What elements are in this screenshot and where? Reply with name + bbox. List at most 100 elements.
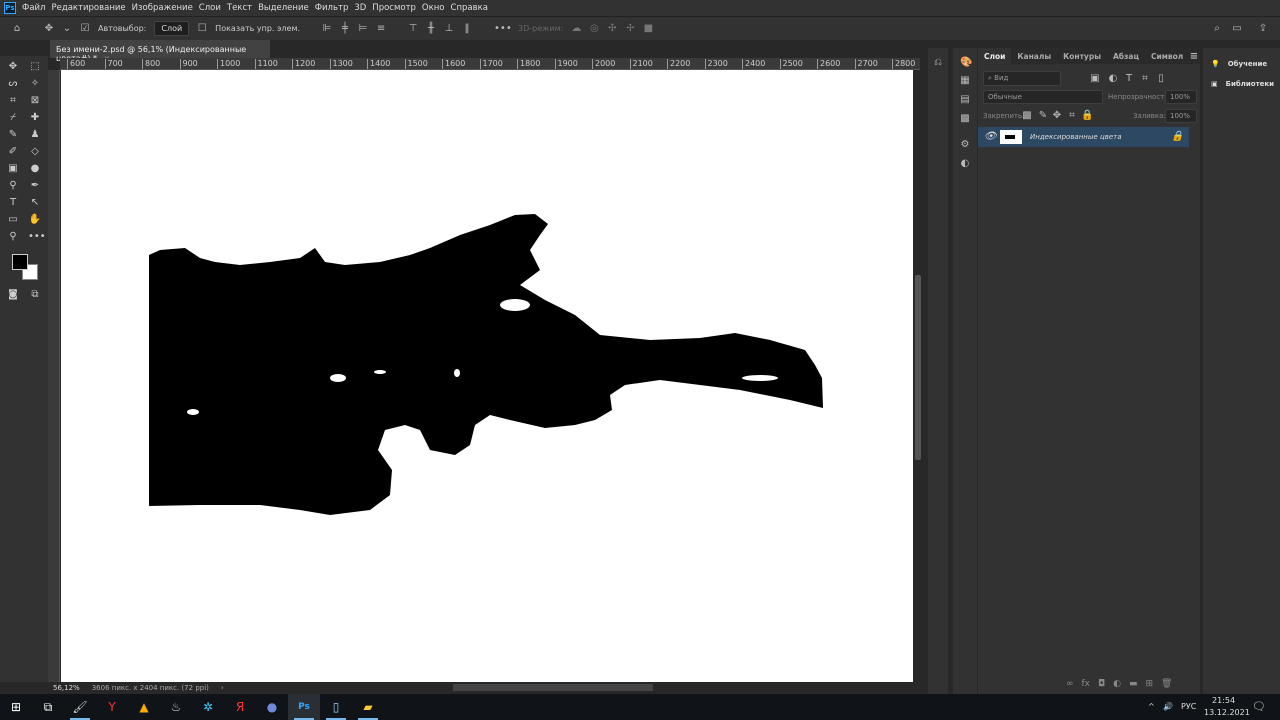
home-icon[interactable]: ⌂ — [12, 23, 22, 34]
layer-row[interactable]: 👁 Индексированные цвета 🔒 — [978, 127, 1189, 147]
file-explorer-icon[interactable]: ▰ — [352, 694, 384, 720]
dodge-tool-icon[interactable]: ⚲ — [6, 179, 20, 193]
photoshop-taskbar-icon[interactable]: Ps — [288, 694, 320, 720]
checkbox-icon[interactable]: ☐ — [197, 23, 207, 34]
trash-icon[interactable]: 🗑 — [1161, 679, 1172, 689]
lock-transparency-icon[interactable]: ▩ — [1022, 111, 1032, 121]
gradient-tool-icon[interactable]: ▣ — [6, 162, 20, 176]
stamp-tool-icon[interactable]: ♟ — [28, 128, 42, 142]
show-transform-label[interactable]: Показать упр. элем. — [215, 24, 300, 33]
align-center-icon[interactable]: ╪ — [340, 23, 350, 34]
screen-mode-icon[interactable]: ⧉ — [28, 288, 42, 302]
task-view-icon[interactable]: ⧉ — [32, 694, 64, 720]
eraser-icon[interactable]: ◇ — [28, 145, 42, 159]
camera-3d-icon[interactable]: ■ — [643, 23, 653, 34]
properties-icon[interactable]: ⚙ — [960, 140, 970, 150]
yandex-icon[interactable]: Я — [224, 694, 256, 720]
tab-character[interactable]: Символ — [1145, 48, 1189, 64]
healing-brush-icon[interactable]: ✚ — [28, 111, 42, 125]
autoselect-dropdown[interactable]: Слой — [154, 21, 190, 36]
app-paint-icon[interactable]: 🖌 — [64, 694, 96, 720]
new-layer-icon[interactable]: ⊞ — [1146, 679, 1154, 689]
align-middle-icon[interactable]: ╫ — [426, 23, 436, 34]
checkbox-checked-icon[interactable]: ☑ — [80, 23, 90, 34]
eyedropper-icon[interactable]: ⌿ — [6, 111, 20, 125]
group-folder-icon[interactable]: ▬ — [1129, 679, 1138, 689]
vertical-scroll-thumb[interactable] — [915, 275, 921, 460]
visibility-eye-icon[interactable]: 👁 — [984, 132, 997, 142]
clock-time[interactable]: 21:54 — [1212, 696, 1235, 705]
quick-mask-icon[interactable]: ◙ — [6, 288, 20, 302]
discord-icon[interactable]: ● — [256, 694, 288, 720]
crop-tool-icon[interactable]: ⌗ — [6, 94, 20, 108]
app-yellow-icon[interactable]: ▲ — [128, 694, 160, 720]
volume-icon[interactable]: 🔊 — [1163, 702, 1173, 711]
menu-file[interactable]: Файл — [22, 3, 45, 13]
type-tool-icon[interactable]: T — [6, 196, 20, 210]
menu-window[interactable]: Окно — [422, 3, 445, 13]
tab-paragraph[interactable]: Абзац — [1107, 48, 1145, 64]
history-brush-icon[interactable]: ✐ — [6, 145, 20, 159]
adjustments-icon[interactable]: ◐ — [960, 159, 970, 169]
share-icon[interactable]: ⇪ — [1258, 24, 1268, 34]
slide-3d-icon[interactable]: ✢ — [625, 23, 635, 34]
steam-icon[interactable]: ♨ — [160, 694, 192, 720]
lasso-tool-icon[interactable]: ᔕ — [6, 77, 20, 91]
foreground-color-swatch[interactable] — [12, 254, 28, 270]
link-icon[interactable]: ∞ — [1066, 679, 1074, 689]
document-info[interactable]: 3606 пикс. x 2404 пикс. (72 ppi) — [92, 684, 209, 692]
lock-artboard-icon[interactable]: ⌗ — [1067, 111, 1077, 121]
workspace-icon[interactable]: ▭ — [1232, 24, 1242, 34]
learn-item[interactable]: 💡 Обучение — [1203, 54, 1280, 74]
mask-icon[interactable]: ◘ — [1098, 679, 1105, 689]
menu-image[interactable]: Изображение — [132, 3, 193, 13]
blend-mode-dropdown[interactable]: Обычные — [983, 90, 1103, 104]
menu-help[interactable]: Справка — [451, 3, 488, 13]
orbit-3d-icon[interactable]: ☁ — [571, 23, 581, 34]
align-left-icon[interactable]: ⊫ — [322, 23, 332, 34]
clock-date[interactable]: 13.12.2021 — [1204, 708, 1250, 717]
tab-paths[interactable]: Контуры — [1057, 48, 1107, 64]
adjustment-layer-icon[interactable]: ◐ — [1113, 679, 1121, 689]
tab-layers[interactable]: Слои — [978, 48, 1012, 64]
more-tools-icon[interactable]: ••• — [28, 230, 46, 244]
filter-type-icon[interactable]: T — [1124, 74, 1134, 84]
lock-all-icon[interactable]: 🔒 — [1081, 111, 1093, 121]
distribute-icon[interactable]: ≡ — [376, 23, 386, 34]
swatches-icon[interactable]: ▦ — [960, 76, 970, 86]
zoom-tool-icon[interactable]: ⚲ — [6, 230, 20, 244]
filter-adjustment-icon[interactable]: ◐ — [1108, 74, 1118, 84]
rectangle-tool-icon[interactable]: ▭ — [6, 213, 20, 227]
align-top-icon[interactable]: ⊤ — [408, 23, 418, 34]
menu-edit[interactable]: Редактирование — [51, 3, 125, 13]
pen-tool-icon[interactable]: ✒ — [28, 179, 42, 193]
menu-select[interactable]: Выделение — [258, 3, 309, 13]
zoom-level[interactable]: 56,12% — [53, 684, 80, 692]
brush-tool-icon[interactable]: ✎ — [6, 128, 20, 142]
history-icon[interactable]: ⎌ — [933, 58, 943, 68]
distribute-vertical-icon[interactable]: ‖ — [462, 23, 472, 34]
filter-pixel-icon[interactable]: ▣ — [1090, 74, 1100, 84]
panel-menu-icon[interactable]: ≡ — [1189, 52, 1199, 62]
gradients-icon[interactable]: ▤ — [960, 95, 970, 105]
yandex-browser-icon[interactable]: Y — [96, 694, 128, 720]
patterns-icon[interactable]: ▩ — [960, 114, 970, 124]
opacity-input[interactable]: 100% — [1165, 90, 1197, 104]
filter-smart-icon[interactable]: ▯ — [1156, 74, 1166, 84]
notifications-icon[interactable]: 🗨 — [1252, 700, 1266, 713]
filter-shape-icon[interactable]: ⌗ — [1140, 74, 1150, 84]
search-icon[interactable]: ⌕ — [1212, 24, 1222, 34]
hand-tool-icon[interactable]: ✋ — [28, 213, 42, 227]
align-bottom-icon[interactable]: ⊥ — [444, 23, 454, 34]
chevron-right-icon[interactable]: › — [221, 684, 224, 692]
libraries-item[interactable]: ▣ Библиотеки — [1203, 74, 1280, 94]
app-network-icon[interactable]: ✲ — [192, 694, 224, 720]
menu-filter[interactable]: Фильтр — [315, 3, 349, 13]
app-document-icon[interactable]: ▯ — [320, 694, 352, 720]
menu-layers[interactable]: Слои — [199, 3, 221, 13]
color-palette-icon[interactable]: 🎨 — [960, 58, 972, 68]
menu-text[interactable]: Текст — [227, 3, 252, 13]
fill-input[interactable]: 100% — [1165, 109, 1197, 123]
menu-3d[interactable]: 3D — [354, 3, 366, 13]
move-tool-icon[interactable]: ✥ — [6, 60, 20, 74]
